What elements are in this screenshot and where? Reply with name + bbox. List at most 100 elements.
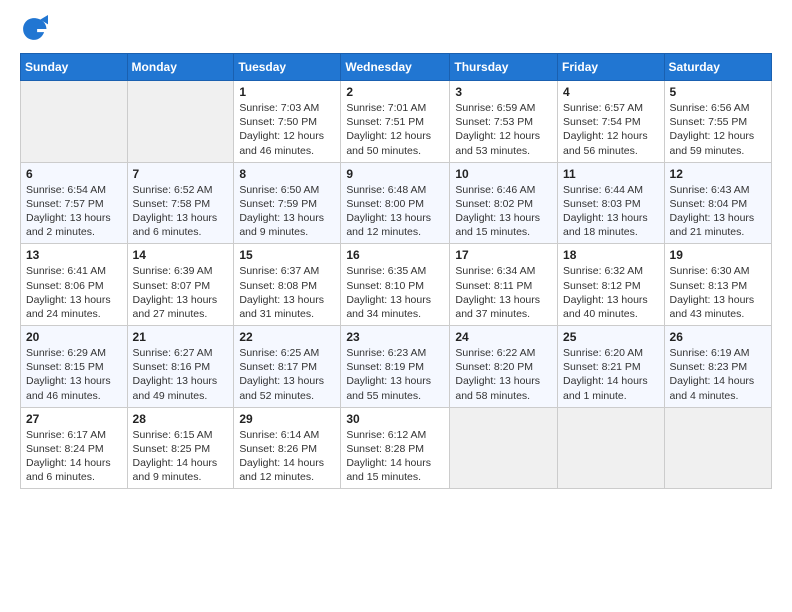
calendar-header-thursday: Thursday	[450, 54, 558, 81]
day-number: 26	[670, 330, 766, 344]
day-detail: Sunrise: 6:12 AMSunset: 8:28 PMDaylight:…	[346, 428, 444, 485]
calendar-cell: 15 Sunrise: 6:37 AMSunset: 8:08 PMDayligh…	[234, 244, 341, 326]
calendar-cell: 22 Sunrise: 6:25 AMSunset: 8:17 PMDayligh…	[234, 326, 341, 408]
calendar-cell: 10 Sunrise: 6:46 AMSunset: 8:02 PMDayligh…	[450, 162, 558, 244]
day-number: 25	[563, 330, 659, 344]
calendar-header-wednesday: Wednesday	[341, 54, 450, 81]
day-detail: Sunrise: 6:23 AMSunset: 8:19 PMDaylight:…	[346, 346, 444, 403]
calendar-cell	[664, 407, 771, 489]
day-number: 11	[563, 167, 659, 181]
day-number: 22	[239, 330, 335, 344]
calendar-cell: 19 Sunrise: 6:30 AMSunset: 8:13 PMDayligh…	[664, 244, 771, 326]
day-detail: Sunrise: 6:20 AMSunset: 8:21 PMDaylight:…	[563, 346, 659, 403]
day-number: 20	[26, 330, 122, 344]
calendar-week-3: 13Sunrise: 6:41 AMSunset: 8:06 PMDayligh…	[21, 244, 772, 326]
calendar-cell: 9 Sunrise: 6:48 AMSunset: 8:00 PMDaylight…	[341, 162, 450, 244]
calendar-cell: 21 Sunrise: 6:27 AMSunset: 8:16 PMDayligh…	[127, 326, 234, 408]
day-number: 27	[26, 412, 122, 426]
day-number: 12	[670, 167, 766, 181]
day-number: 30	[346, 412, 444, 426]
calendar-header-tuesday: Tuesday	[234, 54, 341, 81]
day-number: 16	[346, 248, 444, 262]
day-number: 10	[455, 167, 552, 181]
calendar-cell: 27Sunrise: 6:17 AMSunset: 8:24 PMDayligh…	[21, 407, 128, 489]
day-number: 28	[133, 412, 229, 426]
day-detail: Sunrise: 6:37 AMSunset: 8:08 PMDaylight:…	[239, 264, 335, 321]
logo-icon	[20, 15, 48, 43]
day-detail: Sunrise: 6:25 AMSunset: 8:17 PMDaylight:…	[239, 346, 335, 403]
day-number: 15	[239, 248, 335, 262]
calendar-cell: 13Sunrise: 6:41 AMSunset: 8:06 PMDayligh…	[21, 244, 128, 326]
day-detail: Sunrise: 6:56 AMSunset: 7:55 PMDaylight:…	[670, 101, 766, 158]
day-detail: Sunrise: 6:15 AMSunset: 8:25 PMDaylight:…	[133, 428, 229, 485]
day-number: 29	[239, 412, 335, 426]
day-number: 18	[563, 248, 659, 262]
calendar-cell: 26 Sunrise: 6:19 AMSunset: 8:23 PMDayligh…	[664, 326, 771, 408]
day-detail: Sunrise: 6:41 AMSunset: 8:06 PMDaylight:…	[26, 264, 122, 321]
day-detail: Sunrise: 6:52 AMSunset: 7:58 PMDaylight:…	[133, 183, 229, 240]
calendar-header-friday: Friday	[558, 54, 665, 81]
day-detail: Sunrise: 6:22 AMSunset: 8:20 PMDaylight:…	[455, 346, 552, 403]
logo	[20, 15, 52, 43]
calendar-week-4: 20 Sunrise: 6:29 AMSunset: 8:15 PMDayligh…	[21, 326, 772, 408]
day-number: 19	[670, 248, 766, 262]
day-detail: Sunrise: 6:29 AMSunset: 8:15 PMDaylight:…	[26, 346, 122, 403]
calendar-header-monday: Monday	[127, 54, 234, 81]
calendar-cell: 3 Sunrise: 6:59 AMSunset: 7:53 PMDaylight…	[450, 81, 558, 163]
calendar-cell: 6 Sunrise: 6:54 AMSunset: 7:57 PMDaylight…	[21, 162, 128, 244]
calendar-cell: 17Sunrise: 6:34 AMSunset: 8:11 PMDayligh…	[450, 244, 558, 326]
day-number: 9	[346, 167, 444, 181]
day-detail: Sunrise: 6:43 AMSunset: 8:04 PMDaylight:…	[670, 183, 766, 240]
calendar-week-2: 6 Sunrise: 6:54 AMSunset: 7:57 PMDaylight…	[21, 162, 772, 244]
day-number: 24	[455, 330, 552, 344]
day-detail: Sunrise: 6:48 AMSunset: 8:00 PMDaylight:…	[346, 183, 444, 240]
calendar-cell: 7 Sunrise: 6:52 AMSunset: 7:58 PMDaylight…	[127, 162, 234, 244]
day-number: 1	[239, 85, 335, 99]
calendar-cell: 14Sunrise: 6:39 AMSunset: 8:07 PMDayligh…	[127, 244, 234, 326]
calendar-cell: 5 Sunrise: 6:56 AMSunset: 7:55 PMDaylight…	[664, 81, 771, 163]
calendar-header-row: SundayMondayTuesdayWednesdayThursdayFrid…	[21, 54, 772, 81]
day-number: 5	[670, 85, 766, 99]
day-detail: Sunrise: 6:59 AMSunset: 7:53 PMDaylight:…	[455, 101, 552, 158]
calendar-cell: 29 Sunrise: 6:14 AMSunset: 8:26 PMDayligh…	[234, 407, 341, 489]
calendar-cell: 1Sunrise: 7:03 AMSunset: 7:50 PMDaylight…	[234, 81, 341, 163]
day-number: 7	[133, 167, 229, 181]
calendar-header-saturday: Saturday	[664, 54, 771, 81]
day-detail: Sunrise: 7:01 AMSunset: 7:51 PMDaylight:…	[346, 101, 444, 158]
calendar-cell: 16 Sunrise: 6:35 AMSunset: 8:10 PMDayligh…	[341, 244, 450, 326]
calendar-cell	[127, 81, 234, 163]
day-detail: Sunrise: 6:54 AMSunset: 7:57 PMDaylight:…	[26, 183, 122, 240]
day-detail: Sunrise: 6:50 AMSunset: 7:59 PMDaylight:…	[239, 183, 335, 240]
day-detail: Sunrise: 6:14 AMSunset: 8:26 PMDaylight:…	[239, 428, 335, 485]
calendar-cell	[21, 81, 128, 163]
calendar-cell: 24 Sunrise: 6:22 AMSunset: 8:20 PMDayligh…	[450, 326, 558, 408]
calendar-cell: 11Sunrise: 6:44 AMSunset: 8:03 PMDayligh…	[558, 162, 665, 244]
day-detail: Sunrise: 6:19 AMSunset: 8:23 PMDaylight:…	[670, 346, 766, 403]
day-detail: Sunrise: 6:39 AMSunset: 8:07 PMDaylight:…	[133, 264, 229, 321]
calendar-cell: 25 Sunrise: 6:20 AMSunset: 8:21 PMDayligh…	[558, 326, 665, 408]
calendar-table: SundayMondayTuesdayWednesdayThursdayFrid…	[20, 53, 772, 489]
calendar-cell: 18 Sunrise: 6:32 AMSunset: 8:12 PMDayligh…	[558, 244, 665, 326]
page: SundayMondayTuesdayWednesdayThursdayFrid…	[0, 0, 792, 612]
calendar-cell: 4 Sunrise: 6:57 AMSunset: 7:54 PMDaylight…	[558, 81, 665, 163]
day-number: 17	[455, 248, 552, 262]
day-detail: Sunrise: 6:27 AMSunset: 8:16 PMDaylight:…	[133, 346, 229, 403]
day-number: 2	[346, 85, 444, 99]
day-number: 6	[26, 167, 122, 181]
day-number: 21	[133, 330, 229, 344]
day-detail: Sunrise: 6:46 AMSunset: 8:02 PMDaylight:…	[455, 183, 552, 240]
day-number: 3	[455, 85, 552, 99]
calendar-cell: 12 Sunrise: 6:43 AMSunset: 8:04 PMDayligh…	[664, 162, 771, 244]
calendar-cell: 30 Sunrise: 6:12 AMSunset: 8:28 PMDayligh…	[341, 407, 450, 489]
day-detail: Sunrise: 6:35 AMSunset: 8:10 PMDaylight:…	[346, 264, 444, 321]
day-number: 8	[239, 167, 335, 181]
calendar-week-5: 27Sunrise: 6:17 AMSunset: 8:24 PMDayligh…	[21, 407, 772, 489]
calendar-cell: 2 Sunrise: 7:01 AMSunset: 7:51 PMDaylight…	[341, 81, 450, 163]
day-detail: Sunrise: 6:30 AMSunset: 8:13 PMDaylight:…	[670, 264, 766, 321]
calendar-cell: 23Sunrise: 6:23 AMSunset: 8:19 PMDayligh…	[341, 326, 450, 408]
calendar-cell	[450, 407, 558, 489]
calendar-week-1: 1Sunrise: 7:03 AMSunset: 7:50 PMDaylight…	[21, 81, 772, 163]
day-detail: Sunrise: 6:32 AMSunset: 8:12 PMDaylight:…	[563, 264, 659, 321]
day-detail: Sunrise: 6:57 AMSunset: 7:54 PMDaylight:…	[563, 101, 659, 158]
day-number: 4	[563, 85, 659, 99]
